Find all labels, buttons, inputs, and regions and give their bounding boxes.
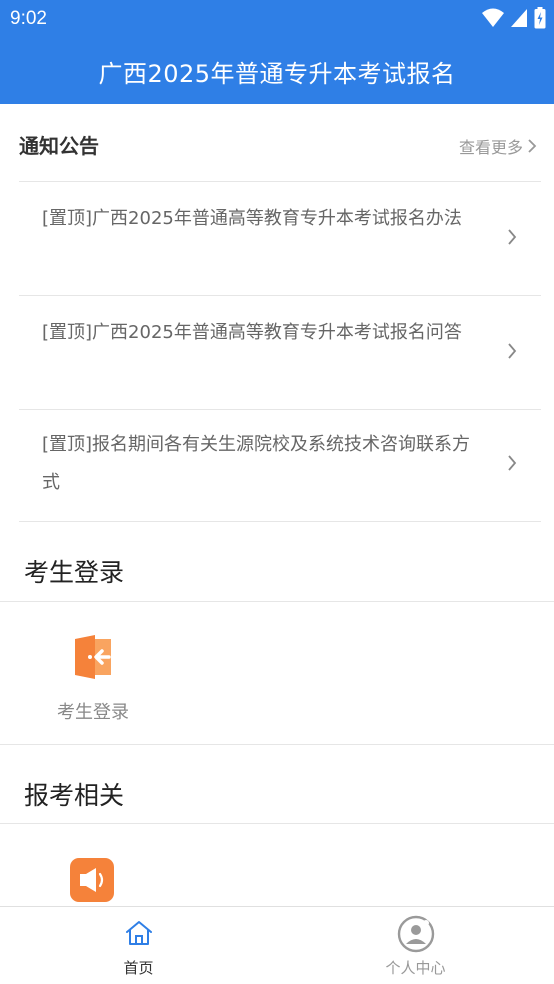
megaphone-icon bbox=[70, 858, 114, 902]
profile-icon bbox=[397, 915, 434, 953]
notices-header: 通知公告 查看更多 bbox=[19, 104, 541, 182]
candidate-login-label: 考生登录 bbox=[57, 702, 129, 723]
home-icon bbox=[125, 921, 152, 945]
chevron-right-icon bbox=[528, 139, 537, 153]
status-bar: 9:02 bbox=[0, 0, 554, 38]
signal-icon bbox=[511, 9, 527, 27]
chevron-right-icon bbox=[508, 229, 517, 245]
nav-profile-label: 个人中心 bbox=[385, 959, 446, 977]
nav-home[interactable]: 首页 bbox=[0, 907, 277, 984]
divider bbox=[0, 601, 554, 602]
app-bar: 广西2025年普通专升本考试报名 bbox=[0, 38, 554, 104]
view-more-link[interactable]: 查看更多 bbox=[459, 134, 537, 158]
notice-item-text: [置顶]广西2025年普通高等教育专升本考试报名问答 bbox=[42, 322, 462, 343]
exam-notice-tile[interactable] bbox=[70, 858, 114, 902]
notice-item[interactable]: [置顶]报名期间各有关生源院校及系统技术咨询联系方式 bbox=[19, 408, 541, 522]
nav-home-label: 首页 bbox=[123, 959, 154, 977]
notice-item[interactable]: [置顶]广西2025年普通高等教育专升本考试报名问答 bbox=[19, 296, 541, 410]
chevron-right-icon bbox=[508, 455, 517, 471]
divider bbox=[0, 744, 554, 745]
notice-item[interactable]: [置顶]广西2025年普通高等教育专升本考试报名办法 bbox=[19, 182, 541, 296]
candidate-login-tile[interactable]: 考生登录 bbox=[38, 632, 148, 728]
nav-profile[interactable]: 个人中心 bbox=[277, 907, 554, 984]
exam-section-title: 报考相关 bbox=[24, 781, 125, 810]
status-icons bbox=[482, 7, 546, 29]
notices-heading: 通知公告 bbox=[19, 134, 99, 158]
notice-item-text: [置顶]报名期间各有关生源院校及系统技术咨询联系方式 bbox=[42, 434, 471, 493]
divider bbox=[0, 823, 554, 824]
app-title: 广西2025年普通专升本考试报名 bbox=[98, 59, 456, 88]
chevron-right-icon bbox=[508, 343, 517, 359]
login-section-title: 考生登录 bbox=[24, 558, 125, 587]
door-enter-icon bbox=[75, 635, 111, 679]
notice-item-text: [置顶]广西2025年普通高等教育专升本考试报名办法 bbox=[42, 208, 462, 229]
wifi-icon bbox=[482, 8, 504, 27]
bottom-nav: 首页 个人中心 bbox=[0, 906, 554, 984]
status-time: 9:02 bbox=[10, 8, 47, 29]
view-more-label: 查看更多 bbox=[458, 138, 523, 157]
battery-icon bbox=[534, 7, 546, 29]
